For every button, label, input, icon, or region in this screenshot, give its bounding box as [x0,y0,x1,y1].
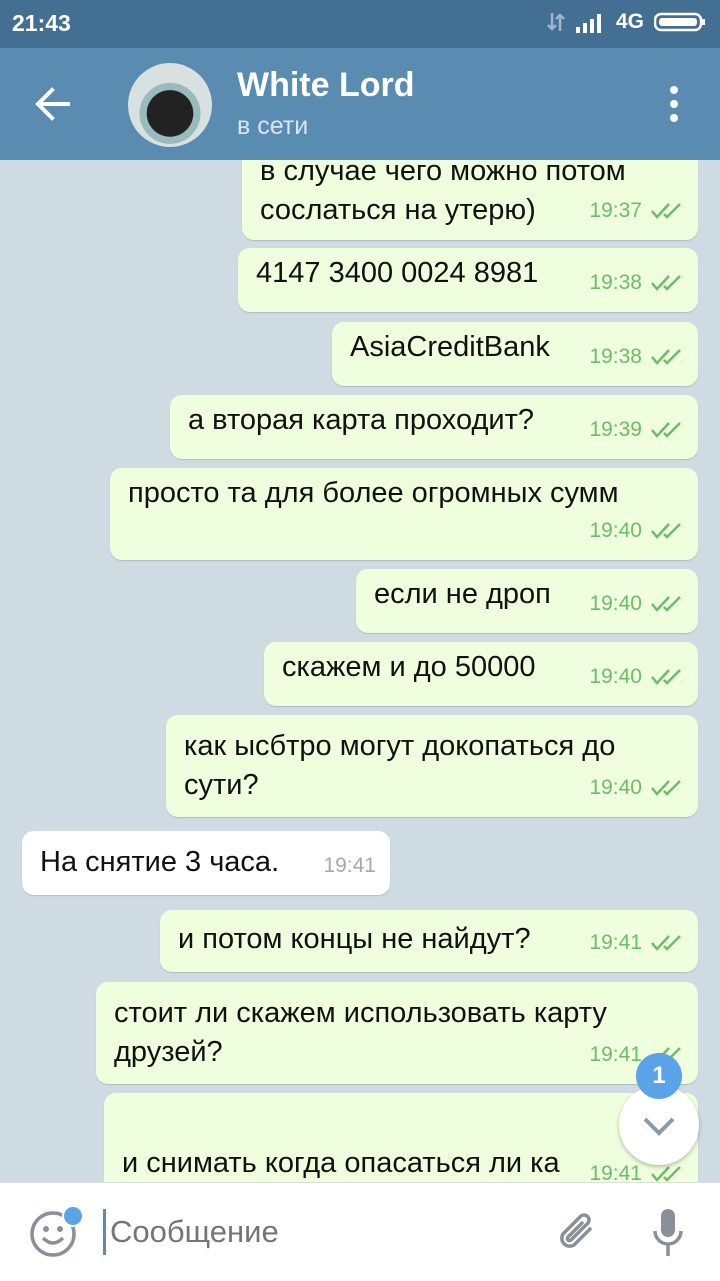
message-composer [0,1182,720,1281]
message-bubble[interactable]: скажем и до 50000 19:40 [264,642,698,706]
message-bubble[interactable]: если не дроп 19:40 [356,569,698,633]
chat-header: White Lord в сети [0,48,720,160]
message-meta: 19:40 [589,511,684,550]
status-icons: 4G [546,10,706,34]
paperclip-icon [560,1213,592,1248]
double-check-icon [651,779,681,796]
message-meta: 19:38 [589,263,684,302]
message-bubble[interactable]: AsiaCreditBank 19:38 [332,322,698,386]
message-time: 19:40 [589,592,642,615]
unread-count-badge: 1 [636,1053,682,1099]
message-text: просто та для более огромных сумм [128,477,619,509]
double-check-icon [651,522,681,539]
message-meta: 19:37 [589,191,684,230]
message-time: 19:41 [589,931,642,954]
message-time: 19:40 [589,776,642,799]
message-meta: 19:40 [589,657,684,696]
double-check-icon [651,274,681,291]
data-transfer-icon [547,13,565,31]
double-check-icon [651,421,681,438]
message-time: 19:40 [589,519,642,542]
double-check-icon [651,1165,681,1182]
message-bubble[interactable]: 4147 3400 0024 8981 19:38 [238,248,698,312]
message-list[interactable]: в случае чего можно потом сослаться на у… [0,160,720,1182]
message-meta: 19:40 [589,768,684,807]
contact-status: в сети [237,112,309,140]
text-cursor [103,1209,106,1255]
message-time: 19:40 [589,665,642,688]
message-bubble[interactable]: и снимать когда опасаться ли ка банкомат… [104,1093,698,1182]
battery-icon [654,12,705,32]
arrow-left-icon [35,87,70,121]
message-time: 19:38 [589,271,642,294]
message-time: 19:38 [589,345,642,368]
message-bubble[interactable]: просто та для более огромных сумм 19:40 [110,468,698,560]
double-check-icon [651,934,681,951]
message-input[interactable] [108,1213,532,1251]
double-check-icon [651,668,681,685]
message-meta: 19:41 [589,923,684,962]
double-check-icon [651,202,681,219]
double-check-icon [651,595,681,612]
voice-record-button[interactable] [652,1207,684,1259]
message-bubble-incoming[interactable]: На снятие 3 часа. 19:41 [22,831,390,895]
message-meta: 19:40 [589,584,684,623]
message-bubble[interactable]: в случае чего можно потом сослаться на у… [242,160,698,240]
message-meta: 19:39 [589,410,684,449]
back-button[interactable] [30,82,80,126]
more-vertical-icon [670,86,678,122]
message-meta: 19:41 [323,846,376,885]
message-time: 19:39 [589,418,642,441]
message-bubble[interactable]: стоит ли скажем использовать карту друзе… [96,982,698,1084]
status-time: 21:43 [12,10,71,36]
contact-name[interactable]: White Lord [237,66,415,105]
contact-avatar[interactable] [128,63,212,147]
message-time: 19:41 [323,854,376,877]
message-time: 19:37 [589,199,642,222]
attach-button[interactable] [556,1209,600,1257]
double-check-icon [651,348,681,365]
message-text: На снятие 3 часа. [40,846,280,878]
network-type: 4G [615,10,644,33]
message-bubble[interactable]: а вторая карта проходит? 19:39 [170,395,698,459]
more-menu-button[interactable] [664,84,684,124]
new-sticker-dot [62,1205,84,1227]
signal-icon [575,14,601,33]
message-bubble[interactable]: и потом концы не найдут? 19:41 [160,910,698,972]
microphone-icon [653,1209,683,1256]
message-meta: 19:38 [589,337,684,376]
message-time: 19:41 [589,1043,642,1066]
message-bubble[interactable]: как ысбтро могут докопаться до сути? 19:… [166,715,698,817]
status-bar: 21:43 4G [0,0,720,48]
